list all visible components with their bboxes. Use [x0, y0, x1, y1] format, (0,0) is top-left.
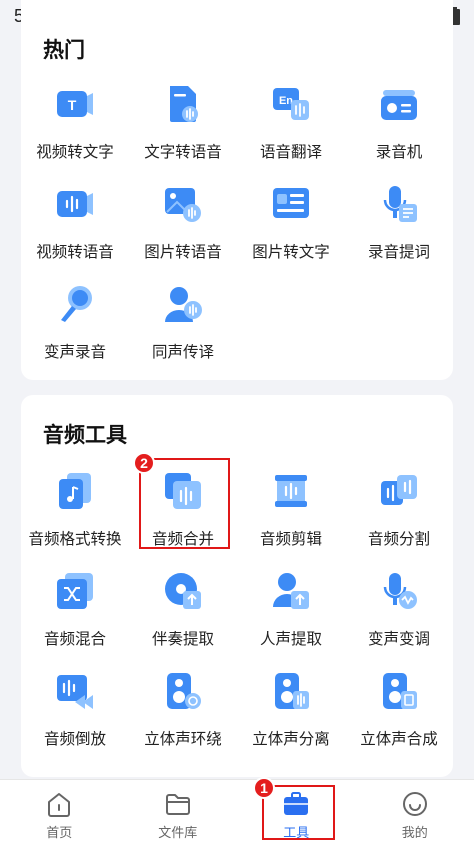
tool-label: 音频分割 [367, 530, 430, 548]
tab-file-library[interactable]: 文件库 [119, 780, 238, 842]
tool-video-to-audio[interactable]: 视频转语音 [21, 180, 129, 280]
stereo-compose-icon [383, 673, 417, 709]
tool-image-to-text[interactable]: 图片转文字 [237, 180, 345, 280]
voice-changer-record-icon [61, 286, 92, 322]
tool-audio-cut[interactable]: 音频剪辑 [237, 467, 345, 567]
stereo-separate-icon [275, 673, 309, 709]
vocal-extract-icon [273, 573, 309, 609]
tool-recorder[interactable]: 录音机 [345, 80, 453, 180]
tool-label: 音频倒放 [43, 730, 106, 748]
tool-label: 立体声环绕 [144, 730, 222, 748]
tool-label: 文字转语音 [144, 143, 222, 161]
tool-label: 变声变调 [367, 630, 430, 648]
tool-teleprompter[interactable]: 录音提词 [345, 180, 453, 280]
tool-label: 同声传译 [151, 343, 214, 361]
tab-label: 文件库 [158, 826, 198, 841]
tool-label: 语音翻译 [259, 143, 322, 161]
audio-mix-icon [57, 573, 93, 609]
section-title: 热门 [43, 38, 85, 62]
bottom-tab-bar: 首页 文件库 工具 我的 [0, 779, 474, 842]
section-title: 音频工具 [43, 423, 127, 447]
profile-icon [402, 792, 427, 816]
tab-label: 我的 [401, 826, 428, 841]
tool-label: 图片转文字 [252, 243, 330, 261]
tool-voice-pitch[interactable]: 变声变调 [345, 567, 453, 667]
audio-tools-grid: 音频格式转换 音频合并 音频剪辑 音频分割 音频混合 伴奏提取 人声提取 变声变… [21, 467, 453, 767]
tool-label: 图片转语音 [144, 243, 222, 261]
tool-label: 音频格式转换 [28, 530, 122, 548]
tool-label: 伴奏提取 [151, 630, 214, 648]
teleprompter-icon [383, 186, 417, 222]
tool-label: 人声提取 [259, 630, 322, 648]
tool-accompaniment-extract[interactable]: 伴奏提取 [129, 567, 237, 667]
tool-video-to-text[interactable]: T 视频转文字 [21, 80, 129, 180]
tool-stereo-separate[interactable]: 立体声分离 [237, 667, 345, 767]
tool-stereo-surround[interactable]: 立体声环绕 [129, 667, 237, 767]
tool-image-to-speech[interactable]: 图片转语音 [129, 180, 237, 280]
tool-audio-mix[interactable]: 音频混合 [21, 567, 129, 667]
tab-label: 首页 [46, 826, 73, 841]
voice-translate-icon: En [273, 88, 309, 120]
tab-profile[interactable]: 我的 [356, 780, 474, 842]
video-to-text-icon: T [57, 91, 93, 117]
tool-label: 立体声合成 [360, 730, 438, 748]
annotation-highlight-audio-merge [139, 458, 230, 549]
hot-section: 热门 T 视频转文字 文字转语音 En 语音翻译 录音机 视频转语音 图片转语音… [21, 0, 453, 380]
tool-label: 视频转文字 [36, 143, 114, 161]
tool-stereo-compose[interactable]: 立体声合成 [345, 667, 453, 767]
stereo-surround-icon [167, 673, 201, 709]
text-to-speech-icon [170, 86, 198, 122]
accompaniment-extract-icon [165, 573, 201, 609]
video-to-audio-icon [57, 191, 93, 217]
tool-audio-reverse[interactable]: 音频倒放 [21, 667, 129, 767]
tool-voice-translate[interactable]: En 语音翻译 [237, 80, 345, 180]
tool-label: 录音机 [375, 143, 423, 161]
tool-label: 视频转语音 [36, 243, 114, 261]
tab-home[interactable]: 首页 [0, 780, 119, 842]
hot-grid: T 视频转文字 文字转语音 En 语音翻译 录音机 视频转语音 图片转语音 图片… [21, 80, 453, 380]
audio-split-icon [381, 475, 417, 505]
image-to-text-icon [273, 188, 309, 218]
recorder-icon [381, 90, 417, 120]
tool-vocal-extract[interactable]: 人声提取 [237, 567, 345, 667]
tool-simultaneous-interpretation[interactable]: 同声传译 [129, 280, 237, 380]
audio-cut-icon [275, 475, 307, 507]
audio-format-convert-icon [59, 473, 91, 509]
tool-label: 音频剪辑 [259, 530, 322, 548]
tool-audio-split[interactable]: 音频分割 [345, 467, 453, 567]
tool-audio-format-convert[interactable]: 音频格式转换 [21, 467, 129, 567]
tool-text-to-speech[interactable]: 文字转语音 [129, 80, 237, 180]
home-icon [48, 793, 71, 817]
simultaneous-interpretation-icon [165, 287, 202, 322]
tool-label: 立体声分离 [252, 730, 330, 748]
folder-icon [165, 794, 190, 815]
tool-label: 音频混合 [43, 630, 106, 648]
voice-pitch-icon [383, 573, 417, 609]
audio-tools-section: 音频工具 音频格式转换 音频合并 音频剪辑 音频分割 音频混合 伴奏提取 人声提… [21, 395, 453, 777]
tool-label: 录音提词 [367, 243, 430, 261]
tool-label: 变声录音 [43, 343, 106, 361]
svg-text:T: T [68, 97, 77, 113]
audio-reverse-icon [57, 675, 93, 709]
tool-voice-changer-record[interactable]: 变声录音 [21, 280, 129, 380]
image-to-speech-icon [165, 188, 201, 222]
annotation-badge-2: 2 [133, 452, 155, 474]
annotation-badge-1: 1 [253, 777, 275, 799]
